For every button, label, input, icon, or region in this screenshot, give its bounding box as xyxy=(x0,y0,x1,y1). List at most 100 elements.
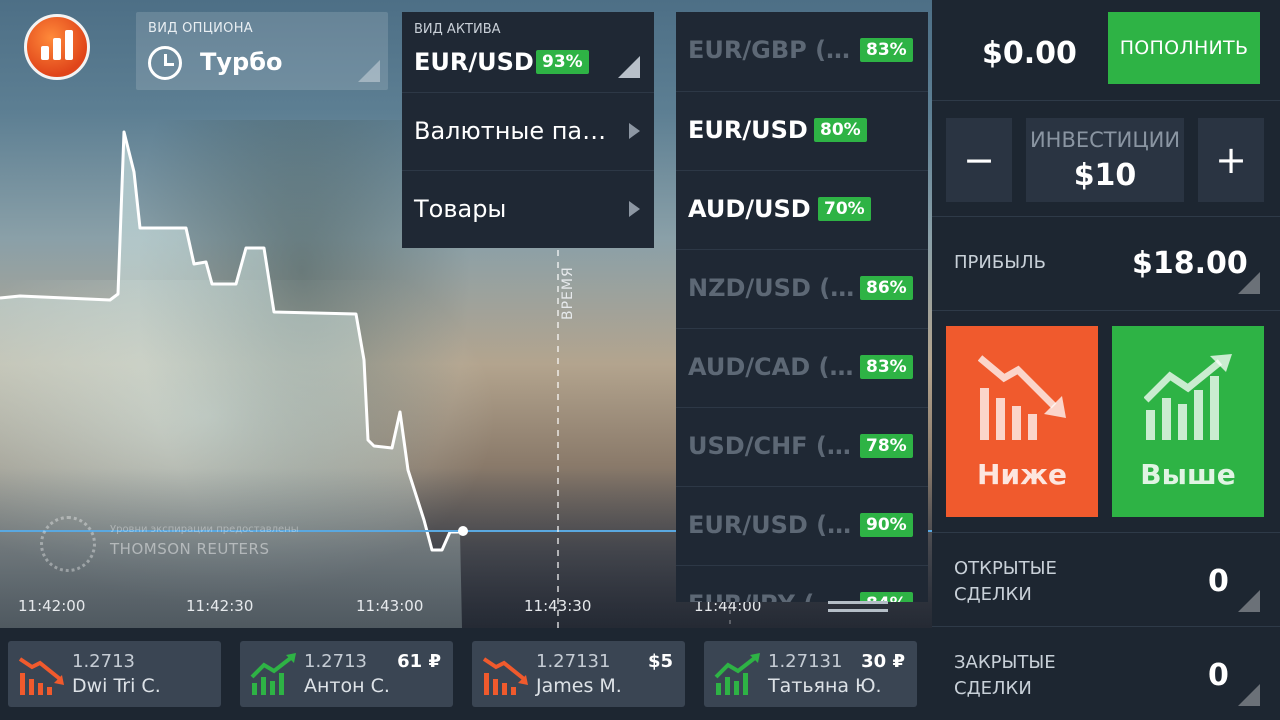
trend-up-icon xyxy=(1144,354,1232,440)
closed-deals-label-line2: СДЕЛКИ xyxy=(954,678,1032,699)
time-axis-label: 11:42:30 xyxy=(186,597,254,615)
trade-price: 1.27131 xyxy=(768,651,843,672)
pair-name: EUR/JPY (… xyxy=(688,590,838,602)
divider xyxy=(932,216,1280,217)
trend-down-icon xyxy=(482,657,528,695)
pair-name: NZD/USD (… xyxy=(688,274,855,302)
open-deals-label-line2: СДЕЛКИ xyxy=(954,584,1032,605)
open-deals-label: ОТКРЫТЫЕ СДЕЛКИ xyxy=(954,556,1057,608)
divider xyxy=(932,310,1280,311)
time-axis-label: 11:42:00 xyxy=(18,597,86,615)
pair-item[interactable]: EUR/GBP (… 83% xyxy=(676,12,928,91)
currency-pair-list[interactable]: EUR/GBP (… 83% EUR/USD 80% AUD/USD 70% N… xyxy=(676,12,928,602)
dropdown-corner-icon[interactable] xyxy=(1238,272,1260,294)
reuters-logo-icon xyxy=(40,516,96,572)
pair-name: AUD/CAD (… xyxy=(688,353,854,381)
trend-up-icon xyxy=(714,653,760,695)
trader-name: Антон С. xyxy=(304,675,390,697)
provider-note: Уровни экспирации предоставлены xyxy=(110,524,299,535)
pair-payout-badge: 70% xyxy=(818,197,871,221)
pair-payout-badge: 90% xyxy=(860,513,913,537)
trade-price: 1.2713 xyxy=(72,651,135,672)
expiry-time-label: ВРЕМЯ xyxy=(560,266,576,320)
trade-amount: $5 xyxy=(647,651,673,672)
pair-payout-badge: 83% xyxy=(860,38,913,62)
menu-item-currency-pairs[interactable]: Валютные па… xyxy=(402,92,654,170)
pair-name: EUR/USD xyxy=(688,116,808,144)
pair-name: EUR/GBP (… xyxy=(688,36,851,64)
app-logo[interactable] xyxy=(24,14,90,80)
closed-deals-label: ЗАКРЫТЫЕ СДЕЛКИ xyxy=(954,650,1056,702)
investment-field[interactable]: ИНВЕСТИЦИИ $10 xyxy=(1026,118,1184,202)
asset-type-label: ВИД АКТИВА xyxy=(414,22,501,37)
pair-item[interactable]: USD/CHF (… 78% xyxy=(676,407,928,486)
pair-name: AUD/USD xyxy=(688,195,811,223)
call-higher-button[interactable]: Выше xyxy=(1112,326,1264,517)
account-balance: $0.00 xyxy=(982,36,1077,71)
trader-name: Dwi Tri C. xyxy=(72,675,161,697)
profit-label: ПРИБЫЛЬ xyxy=(954,252,1046,273)
divider xyxy=(932,626,1280,627)
trade-card[interactable]: 1.2713 Dwi Tri C. xyxy=(8,641,221,707)
trade-card[interactable]: 1.27131 James M. $5 xyxy=(472,641,685,707)
asset-type-dropdown: ВИД АКТИВА EUR/USD 93% Валютные па… Това… xyxy=(402,12,654,248)
pair-item[interactable]: AUD/CAD (… 83% xyxy=(676,328,928,407)
investment-value: $10 xyxy=(1073,158,1137,193)
current-price-dot xyxy=(458,526,468,536)
time-axis-label: 11:43:00 xyxy=(356,597,424,615)
live-trades-bar: 1.2713 Dwi Tri C. 1.2713 Антон С. 61 ₽ 1… xyxy=(0,628,932,720)
pair-name: EUR/USD (… xyxy=(688,511,852,539)
chevron-right-icon xyxy=(629,123,640,139)
asset-payout-badge: 93% xyxy=(536,50,589,74)
pair-item[interactable]: EUR/USD 80% xyxy=(676,91,928,170)
dropdown-corner-icon[interactable] xyxy=(1238,590,1260,612)
trade-amount: 30 ₽ xyxy=(861,651,905,672)
dropdown-corner-icon[interactable] xyxy=(1238,684,1260,706)
clock-icon xyxy=(148,46,182,80)
pair-item[interactable]: EUR/JPY (… 84% xyxy=(676,565,928,602)
option-type-label: ВИД ОПЦИОНА xyxy=(148,21,253,36)
asset-value: EUR/USD xyxy=(414,48,534,76)
option-type-selector[interactable]: ВИД ОПЦИОНА Турбо xyxy=(136,12,388,90)
pair-payout-badge: 78% xyxy=(860,434,913,458)
put-lower-label: Ниже xyxy=(977,458,1067,491)
trade-price: 1.2713 xyxy=(304,651,367,672)
pair-name: USD/CHF (… xyxy=(688,432,851,460)
menu-item-label: Валютные па… xyxy=(414,117,607,145)
divider xyxy=(932,100,1280,101)
trader-name: James M. xyxy=(536,675,622,697)
pair-item[interactable]: AUD/USD 70% xyxy=(676,170,928,249)
divider xyxy=(932,532,1280,533)
open-deals-count: 0 xyxy=(1208,564,1229,599)
trend-up-icon xyxy=(250,653,296,695)
option-type-value: Турбо xyxy=(200,48,283,76)
menu-item-label: Товары xyxy=(414,195,507,223)
drag-handle-icon[interactable] xyxy=(828,601,888,615)
logo-bar xyxy=(41,46,49,60)
logo-bar xyxy=(53,38,61,60)
deposit-button[interactable]: ПОПОЛНИТЬ xyxy=(1108,12,1260,84)
time-axis-label: 11:43:30 xyxy=(524,597,592,615)
trend-down-icon xyxy=(18,657,64,695)
dropdown-corner-icon xyxy=(358,60,380,82)
menu-item-commodities[interactable]: Товары xyxy=(402,170,654,248)
asset-selector[interactable]: ВИД АКТИВА EUR/USD 93% xyxy=(402,12,654,92)
pair-payout-badge: 86% xyxy=(860,276,913,300)
profit-value: $18.00 xyxy=(1132,246,1248,281)
increase-investment-button[interactable]: + xyxy=(1198,118,1264,202)
provider-name: THOMSON REUTERS xyxy=(110,540,270,558)
trader-name: Татьяна Ю. xyxy=(768,675,882,697)
pair-item[interactable]: EUR/USD (… 90% xyxy=(676,486,928,565)
trade-panel: $0.00 ПОПОЛНИТЬ − ИНВЕСТИЦИИ $10 + ПРИБЫ… xyxy=(932,0,1280,720)
pair-payout-badge: 83% xyxy=(860,355,913,379)
put-lower-button[interactable]: Ниже xyxy=(946,326,1098,517)
pair-item[interactable]: NZD/USD (… 86% xyxy=(676,249,928,328)
trade-card[interactable]: 1.2713 Антон С. 61 ₽ xyxy=(240,641,453,707)
closed-deals-count: 0 xyxy=(1208,658,1229,693)
chart-area[interactable]: ВРЕМЯ Уровни экспирации предоставлены TH… xyxy=(0,0,932,628)
chevron-right-icon xyxy=(629,201,640,217)
decrease-investment-button[interactable]: − xyxy=(946,118,1012,202)
trade-price: 1.27131 xyxy=(536,651,611,672)
trade-card[interactable]: 1.27131 Татьяна Ю. 30 ₽ xyxy=(704,641,917,707)
trade-amount: 61 ₽ xyxy=(397,651,441,672)
